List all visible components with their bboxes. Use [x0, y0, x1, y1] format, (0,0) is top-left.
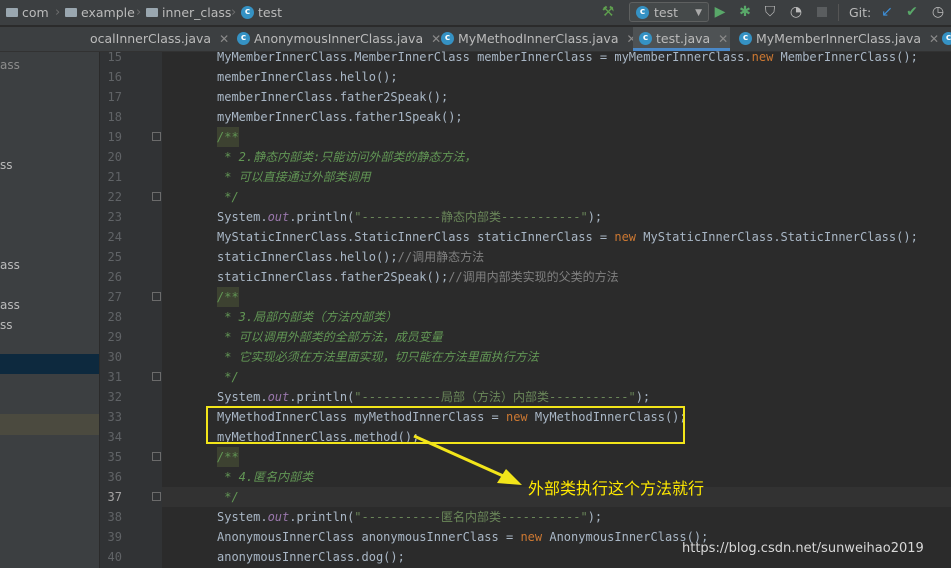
watermark: https://blog.csdn.net/sunweihao2019: [682, 541, 924, 556]
annotation-arrow: [413, 434, 522, 485]
annotation-text: 外部类执行这个方法就行: [528, 479, 705, 498]
